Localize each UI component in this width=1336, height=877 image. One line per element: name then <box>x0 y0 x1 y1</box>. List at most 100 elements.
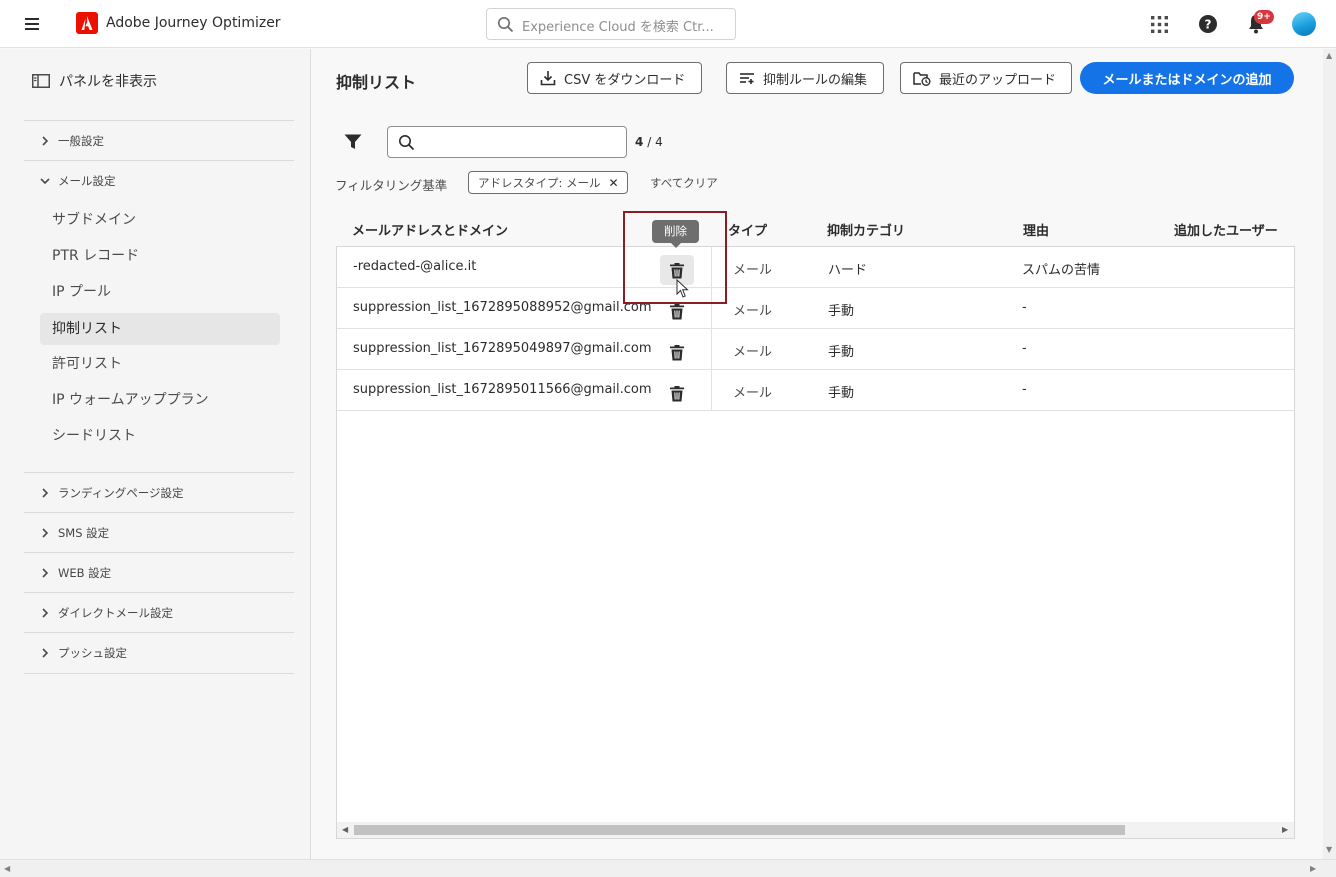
chevron-right-icon <box>36 648 54 658</box>
scroll-right-icon[interactable]: ▶ <box>1310 864 1316 873</box>
cell-category: 手動 <box>828 304 855 319</box>
cell-type: メール <box>733 304 773 319</box>
edit-rules-button[interactable]: 抑制ルールの編集 <box>726 62 884 94</box>
nav-section-direct-mail-toggle[interactable]: ダイレクトメール設定 <box>24 593 294 633</box>
recent-uploads-button[interactable]: 最近のアップロード <box>900 62 1072 94</box>
cell-email: suppression_list_1672895011566@gmail.com <box>353 382 652 397</box>
table-row[interactable]: -redacted-@alice.it メール ハード スパムの苦情 <box>337 247 1294 288</box>
nav-section-sms: SMS 設定 <box>24 512 294 553</box>
delete-button[interactable] <box>660 378 694 408</box>
trash-icon <box>670 303 684 319</box>
sidebar-item-ip-warmup[interactable]: IP ウォームアッププラン <box>40 384 280 416</box>
menu-icon[interactable] <box>22 14 42 34</box>
table-search-input[interactable] <box>387 126 627 158</box>
delete-button[interactable] <box>660 337 694 367</box>
top-bar: Adobe Journey Optimizer Experience Cloud… <box>0 0 1336 48</box>
sidebar-item-subdomain[interactable]: サブドメイン <box>40 204 280 236</box>
cell-reason: スパムの苦情 <box>1022 263 1101 278</box>
cell-reason: - <box>1022 341 1027 356</box>
main-content: 抑制リスト CSV をダウンロード 抑制ルールの編集 最近のアップロード メール… <box>312 49 1324 859</box>
horizontal-scrollbar[interactable]: ◀ ▶ <box>337 822 1294 838</box>
mouse-cursor-icon <box>676 279 689 298</box>
sidebar-item-ptr[interactable]: PTR レコード <box>40 240 280 272</box>
avatar[interactable] <box>1292 12 1316 36</box>
scroll-down-icon[interactable]: ▼ <box>1326 845 1332 854</box>
count-total: 4 <box>655 135 663 149</box>
annotation-highlight-box <box>623 211 727 304</box>
scroll-left-icon[interactable]: ◀ <box>342 825 348 834</box>
download-csv-label: CSV をダウンロード <box>564 72 686 88</box>
adobe-logo[interactable] <box>76 12 98 34</box>
nav-section-web: WEB 設定 <box>24 552 294 593</box>
cell-type: メール <box>733 386 773 401</box>
nav-section-email-toggle[interactable]: メール設定 <box>24 161 294 201</box>
suppression-table: -redacted-@alice.it メール ハード スパムの苦情 suppr… <box>336 246 1295 839</box>
column-header-added-by[interactable]: 追加したユーザー <box>1174 220 1278 239</box>
column-header-category[interactable]: 抑制カテゴリ <box>827 220 905 239</box>
nav-section-push: プッシュ設定 <box>24 632 294 674</box>
chevron-right-icon <box>36 528 54 538</box>
download-csv-button[interactable]: CSV をダウンロード <box>527 62 702 94</box>
nav-section-landing-toggle[interactable]: ランディングページ設定 <box>24 473 294 513</box>
cell-category: 手動 <box>828 386 855 401</box>
cell-email: suppression_list_1672895049897@gmail.com <box>353 341 652 356</box>
chevron-right-icon <box>36 568 54 578</box>
sidebar-item-suppression-list[interactable]: 抑制リスト <box>40 313 280 345</box>
scroll-left-icon[interactable]: ◀ <box>4 864 10 873</box>
table-row[interactable]: suppression_list_1672895011566@gmail.com… <box>337 370 1294 411</box>
svg-text:?: ? <box>1205 18 1212 32</box>
chevron-right-icon <box>36 488 54 498</box>
page-horizontal-scrollbar[interactable]: ◀ ▶ <box>0 859 1336 877</box>
chevron-right-icon <box>36 136 54 146</box>
hide-panel-label: パネルを非表示 <box>59 74 157 90</box>
nav-section-push-toggle[interactable]: プッシュ設定 <box>24 633 294 673</box>
nav-section-general-toggle[interactable]: 一般設定 <box>24 121 294 161</box>
filter-label: フィルタリング基準 <box>335 178 448 193</box>
sidebar-item-ip-pool[interactable]: IP プール <box>40 276 280 308</box>
nav-section-web-toggle[interactable]: WEB 設定 <box>24 553 294 593</box>
app-title[interactable]: Adobe Journey Optimizer <box>106 15 281 31</box>
add-email-domain-button[interactable]: メールまたはドメインの追加 <box>1080 62 1294 94</box>
page-vertical-scrollbar[interactable]: ▲ ▼ <box>1323 49 1336 859</box>
scroll-right-icon[interactable]: ▶ <box>1282 825 1288 834</box>
cell-reason: - <box>1022 300 1027 315</box>
apps-grid-icon[interactable] <box>1151 16 1168 33</box>
scrollbar-thumb[interactable] <box>354 825 1125 835</box>
help-icon[interactable]: ? <box>1199 15 1217 33</box>
trash-icon <box>670 385 684 401</box>
edit-rules-icon <box>740 73 754 84</box>
clear-all-link[interactable]: すべてクリア <box>650 175 718 191</box>
sidebar-item-allowlist[interactable]: 許可リスト <box>40 348 280 380</box>
table-row[interactable]: suppression_list_1672895088952@gmail.com… <box>337 288 1294 329</box>
cell-email: suppression_list_1672895088952@gmail.com <box>353 300 652 315</box>
result-count: 4 / 4 <box>635 135 663 149</box>
filter-chip-label: アドレスタイプ: メール <box>478 175 601 190</box>
nav-section-general: 一般設定 <box>24 120 294 161</box>
column-header-type[interactable]: タイプ <box>728 220 767 239</box>
cell-reason: - <box>1022 382 1027 397</box>
filter-icon[interactable] <box>344 134 362 150</box>
filter-chip: アドレスタイプ: メール ✕ <box>468 171 628 194</box>
nav-section-label: メール設定 <box>58 174 116 188</box>
nav-section-landing: ランディングページ設定 <box>24 472 294 513</box>
table-row[interactable]: suppression_list_1672895049897@gmail.com… <box>337 329 1294 370</box>
nav-section-label: SMS 設定 <box>58 526 110 540</box>
cell-type: メール <box>733 263 773 278</box>
chevron-down-icon <box>36 177 54 185</box>
close-icon[interactable]: ✕ <box>609 176 619 190</box>
hide-panel-button[interactable]: パネルを非表示 <box>32 71 157 91</box>
search-icon <box>498 17 514 33</box>
global-search-input[interactable]: Experience Cloud を検索 Ctr... <box>486 8 736 40</box>
column-header-email[interactable]: メールアドレスとドメイン <box>352 220 508 239</box>
nav-section-sms-toggle[interactable]: SMS 設定 <box>24 513 294 553</box>
chevron-right-icon <box>36 608 54 618</box>
nav-section-label: 一般設定 <box>58 134 104 148</box>
nav-section-direct-mail: ダイレクトメール設定 <box>24 592 294 633</box>
left-panel: パネルを非表示 一般設定 メール設定 サブドメイン PTR レコード IP プー… <box>0 49 311 859</box>
sidebar-item-seed-list[interactable]: シードリスト <box>40 420 280 452</box>
scroll-up-icon[interactable]: ▲ <box>1326 51 1332 60</box>
search-icon <box>399 135 415 151</box>
nav-section-label: プッシュ設定 <box>58 646 127 660</box>
nav-section-email: メール設定 <box>24 160 294 201</box>
column-header-reason[interactable]: 理由 <box>1023 220 1049 239</box>
